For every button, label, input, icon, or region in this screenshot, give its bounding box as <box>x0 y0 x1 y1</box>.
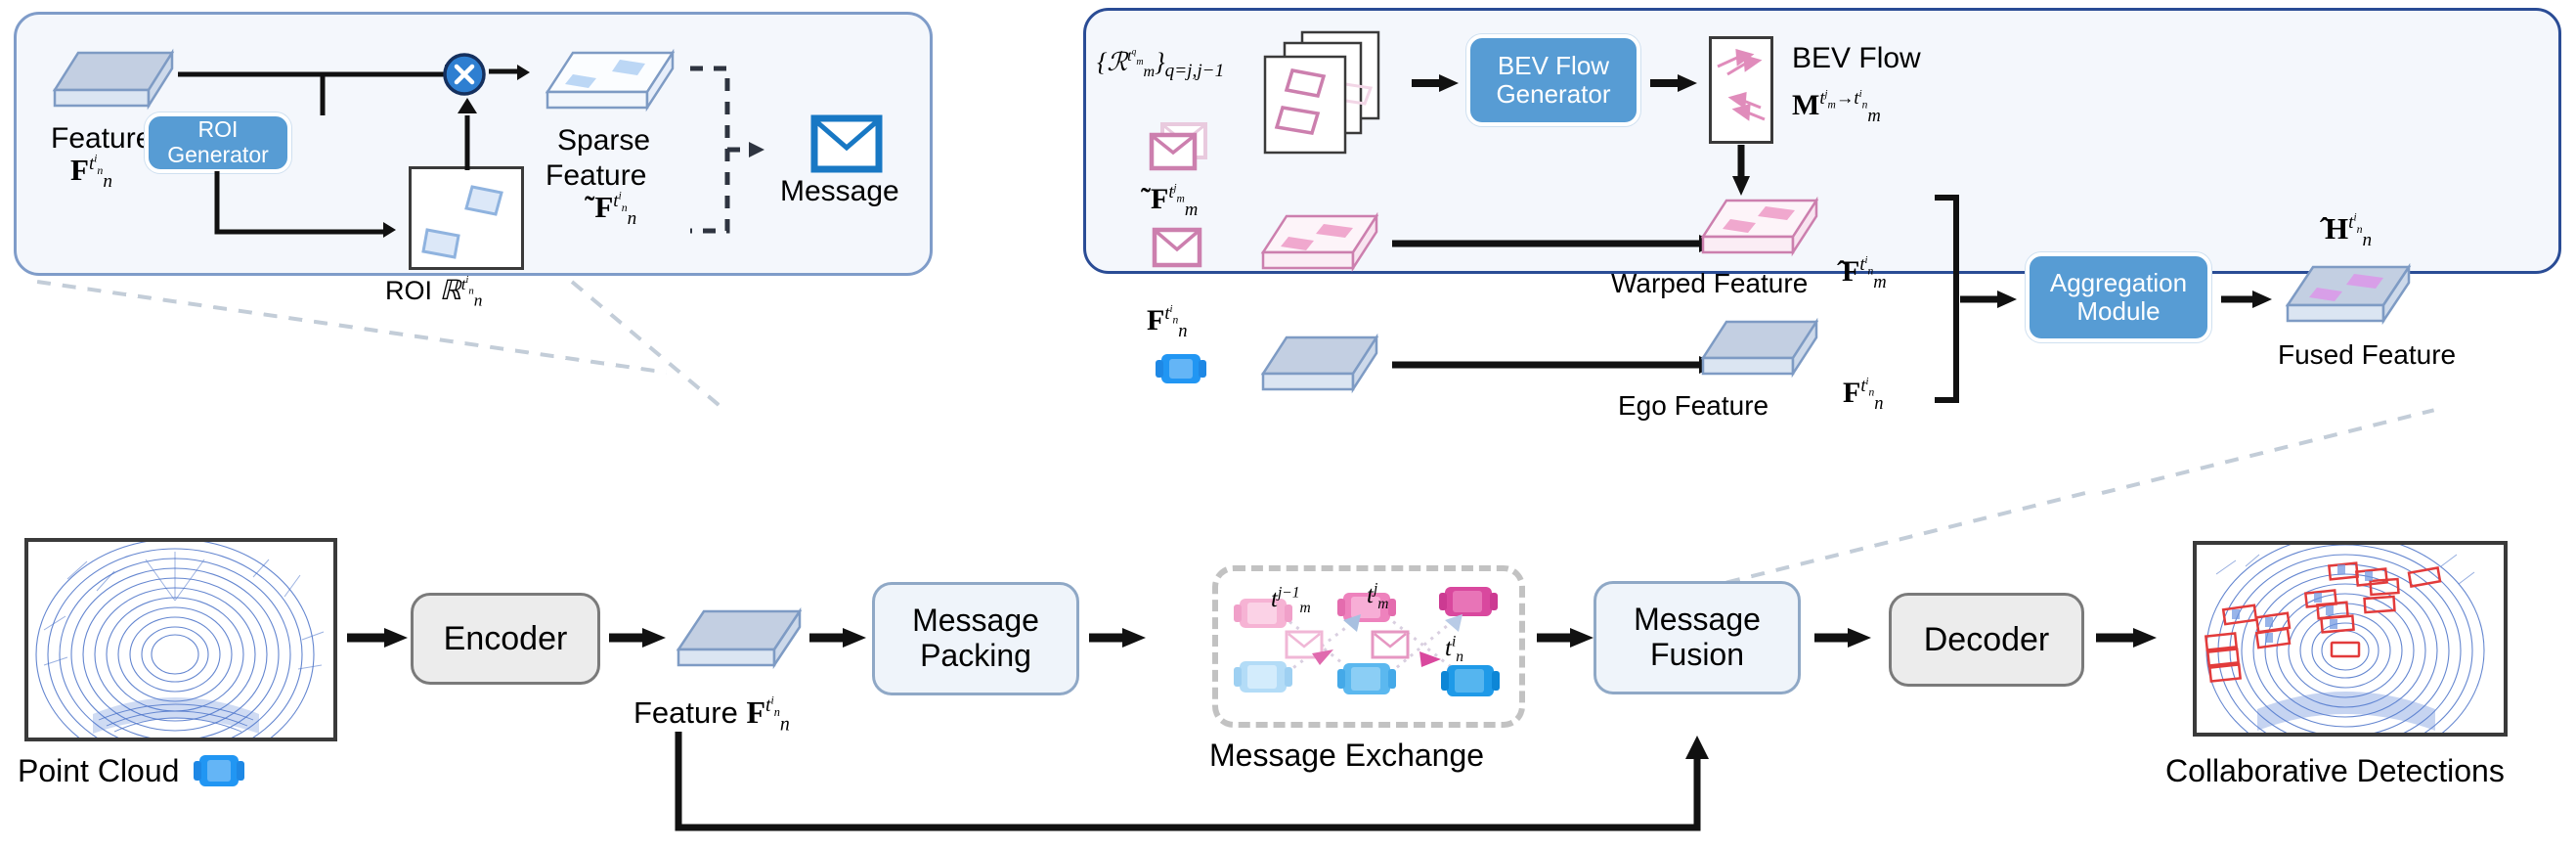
encoder-box[interactable]: Encoder <box>411 593 600 685</box>
roi-pane-label: ROI ℝtinn <box>385 274 483 310</box>
aggregation-module-line1: Aggregation <box>2049 267 2188 297</box>
sparse-feature-label-line1: Sparse <box>557 124 651 157</box>
collaborative-detections-image <box>2193 541 2508 737</box>
bev-flow-generator-line2: Generator <box>1496 79 1611 109</box>
roigen-to-roi-lines <box>180 171 424 249</box>
message-label: Message <box>780 175 899 207</box>
warped-feature-slab <box>1699 196 1822 264</box>
fused-feature-label: Fused Feature <box>2278 339 2457 370</box>
arrow-aggregation-to-fused <box>2221 289 2278 310</box>
connector-left-panel-right-to-packing <box>570 280 723 410</box>
arrow-flow-to-warped <box>1730 145 1752 200</box>
arrow-decoder-to-detections <box>2096 626 2161 649</box>
fused-feature-slab <box>2284 262 2417 335</box>
sparse-feature-envelope-icon <box>1152 227 1202 268</box>
message-fusion-line1: Message <box>1634 602 1761 638</box>
skip-connection-feature-to-fusion <box>673 732 1719 849</box>
sparse-feature-slab <box>544 47 678 121</box>
pipeline-feature-text: Feature <box>633 695 738 730</box>
blue-feature-slab-source <box>1259 333 1382 401</box>
point-cloud-label: Point Cloud <box>18 753 180 788</box>
pink-feature-slab-source <box>1259 211 1382 280</box>
exchange-time-label-3: tin <box>1445 633 1464 665</box>
bev-flow-symbol: Mtjm→tinm <box>1792 87 1881 126</box>
pipeline-feature-label: Feature Ftinn <box>633 694 790 736</box>
decoder-box[interactable]: Decoder <box>1889 593 2084 687</box>
arrow-to-aggregation <box>1960 289 2021 310</box>
roi-text: ROI <box>385 276 433 305</box>
pipeline-feature-slab <box>675 606 808 679</box>
car-icon-blue-right-panel <box>1154 350 1208 387</box>
bev-flow-pane <box>1709 36 1773 144</box>
arrow-packing-to-exchange <box>1089 626 1150 649</box>
left-feature-symbol: Ftinn <box>70 153 112 193</box>
message-packing-line1: Message <box>912 603 1039 639</box>
sparse-feature-symbol: ˜Ftinn <box>585 190 637 230</box>
ego-feature-label: Ego Feature <box>1618 390 1769 421</box>
sparse-feature-m-symbol: ˜Ftjmm <box>1141 181 1199 220</box>
warped-feature-symbol: ̂Ftinm <box>1842 253 1887 292</box>
arrow-pink-to-warped <box>1392 233 1723 254</box>
bev-flow-generator-box[interactable]: BEV Flow Generator <box>1466 34 1640 126</box>
left-feature-label: Feature <box>51 122 153 155</box>
ego-feature-slab <box>1699 317 1822 385</box>
message-packing-line2: Packing <box>920 638 1031 673</box>
arrow-blue-to-ego <box>1392 354 1723 376</box>
exchange-time-label-2: tjm <box>1367 580 1389 612</box>
arrow-bevgen-to-flow <box>1650 72 1701 94</box>
connector-right-panel-to-fusion-2 <box>2101 408 2435 495</box>
arrow-exchange-to-fusion <box>1537 626 1597 649</box>
arrow-pointcloud-to-encoder <box>347 626 412 649</box>
arrow-roi-to-bevgen <box>1412 72 1463 94</box>
exchange-time-label-1: tj−1m <box>1271 584 1311 616</box>
left-feature-slab <box>51 47 178 117</box>
encoder-label: Encoder <box>443 619 568 657</box>
message-dashed-bracket <box>684 57 802 243</box>
roi-stack-panes <box>1263 29 1410 166</box>
sparse-feature-label-line2: Feature <box>546 159 647 192</box>
diagram-canvas: Feature Ftinn ROI Generator ROI ℝtinn Sp… <box>0 0 2576 850</box>
arrow-fusion-to-decoder <box>1814 626 1875 649</box>
bev-flow-label: BEV Flow <box>1792 42 1921 74</box>
arrow-encoder-to-feature <box>609 626 670 649</box>
point-cloud-image <box>24 538 337 741</box>
fused-feature-symbol: ̂Htinn <box>2325 211 2373 251</box>
multiply-node <box>441 51 488 98</box>
message-fusion-line2: Fusion <box>1649 637 1745 672</box>
ego-feature-input-symbol: Ftinn <box>1147 302 1188 341</box>
message-fusion-box[interactable]: Message Fusion <box>1594 581 1801 694</box>
aggregation-module-box[interactable]: Aggregation Module <box>2026 252 2211 342</box>
roi-pane <box>409 166 524 270</box>
car-icon-point-cloud <box>192 751 246 790</box>
envelope-icon <box>810 114 883 173</box>
ego-feature-symbol: Ftinn <box>1843 375 1884 414</box>
arrow-feature-to-packing <box>809 626 870 649</box>
aggregation-module-line2: Module <box>2076 296 2161 326</box>
warped-feature-label: Warped Feature <box>1611 268 1809 298</box>
decoder-label: Decoder <box>1923 620 2050 658</box>
roi-set-label: {ℛtqmm}q=j,j−1 <box>1097 47 1225 82</box>
message-packing-box[interactable]: Message Packing <box>872 582 1079 695</box>
bev-flow-generator-line1: BEV Flow <box>1497 50 1610 80</box>
roi-envelope-icon-pair <box>1149 121 1209 172</box>
connector-left-panel-to-packing <box>36 280 667 375</box>
roi-to-multiply-line <box>462 110 472 170</box>
collaborative-detections-label: Collaborative Detections <box>2165 753 2505 788</box>
